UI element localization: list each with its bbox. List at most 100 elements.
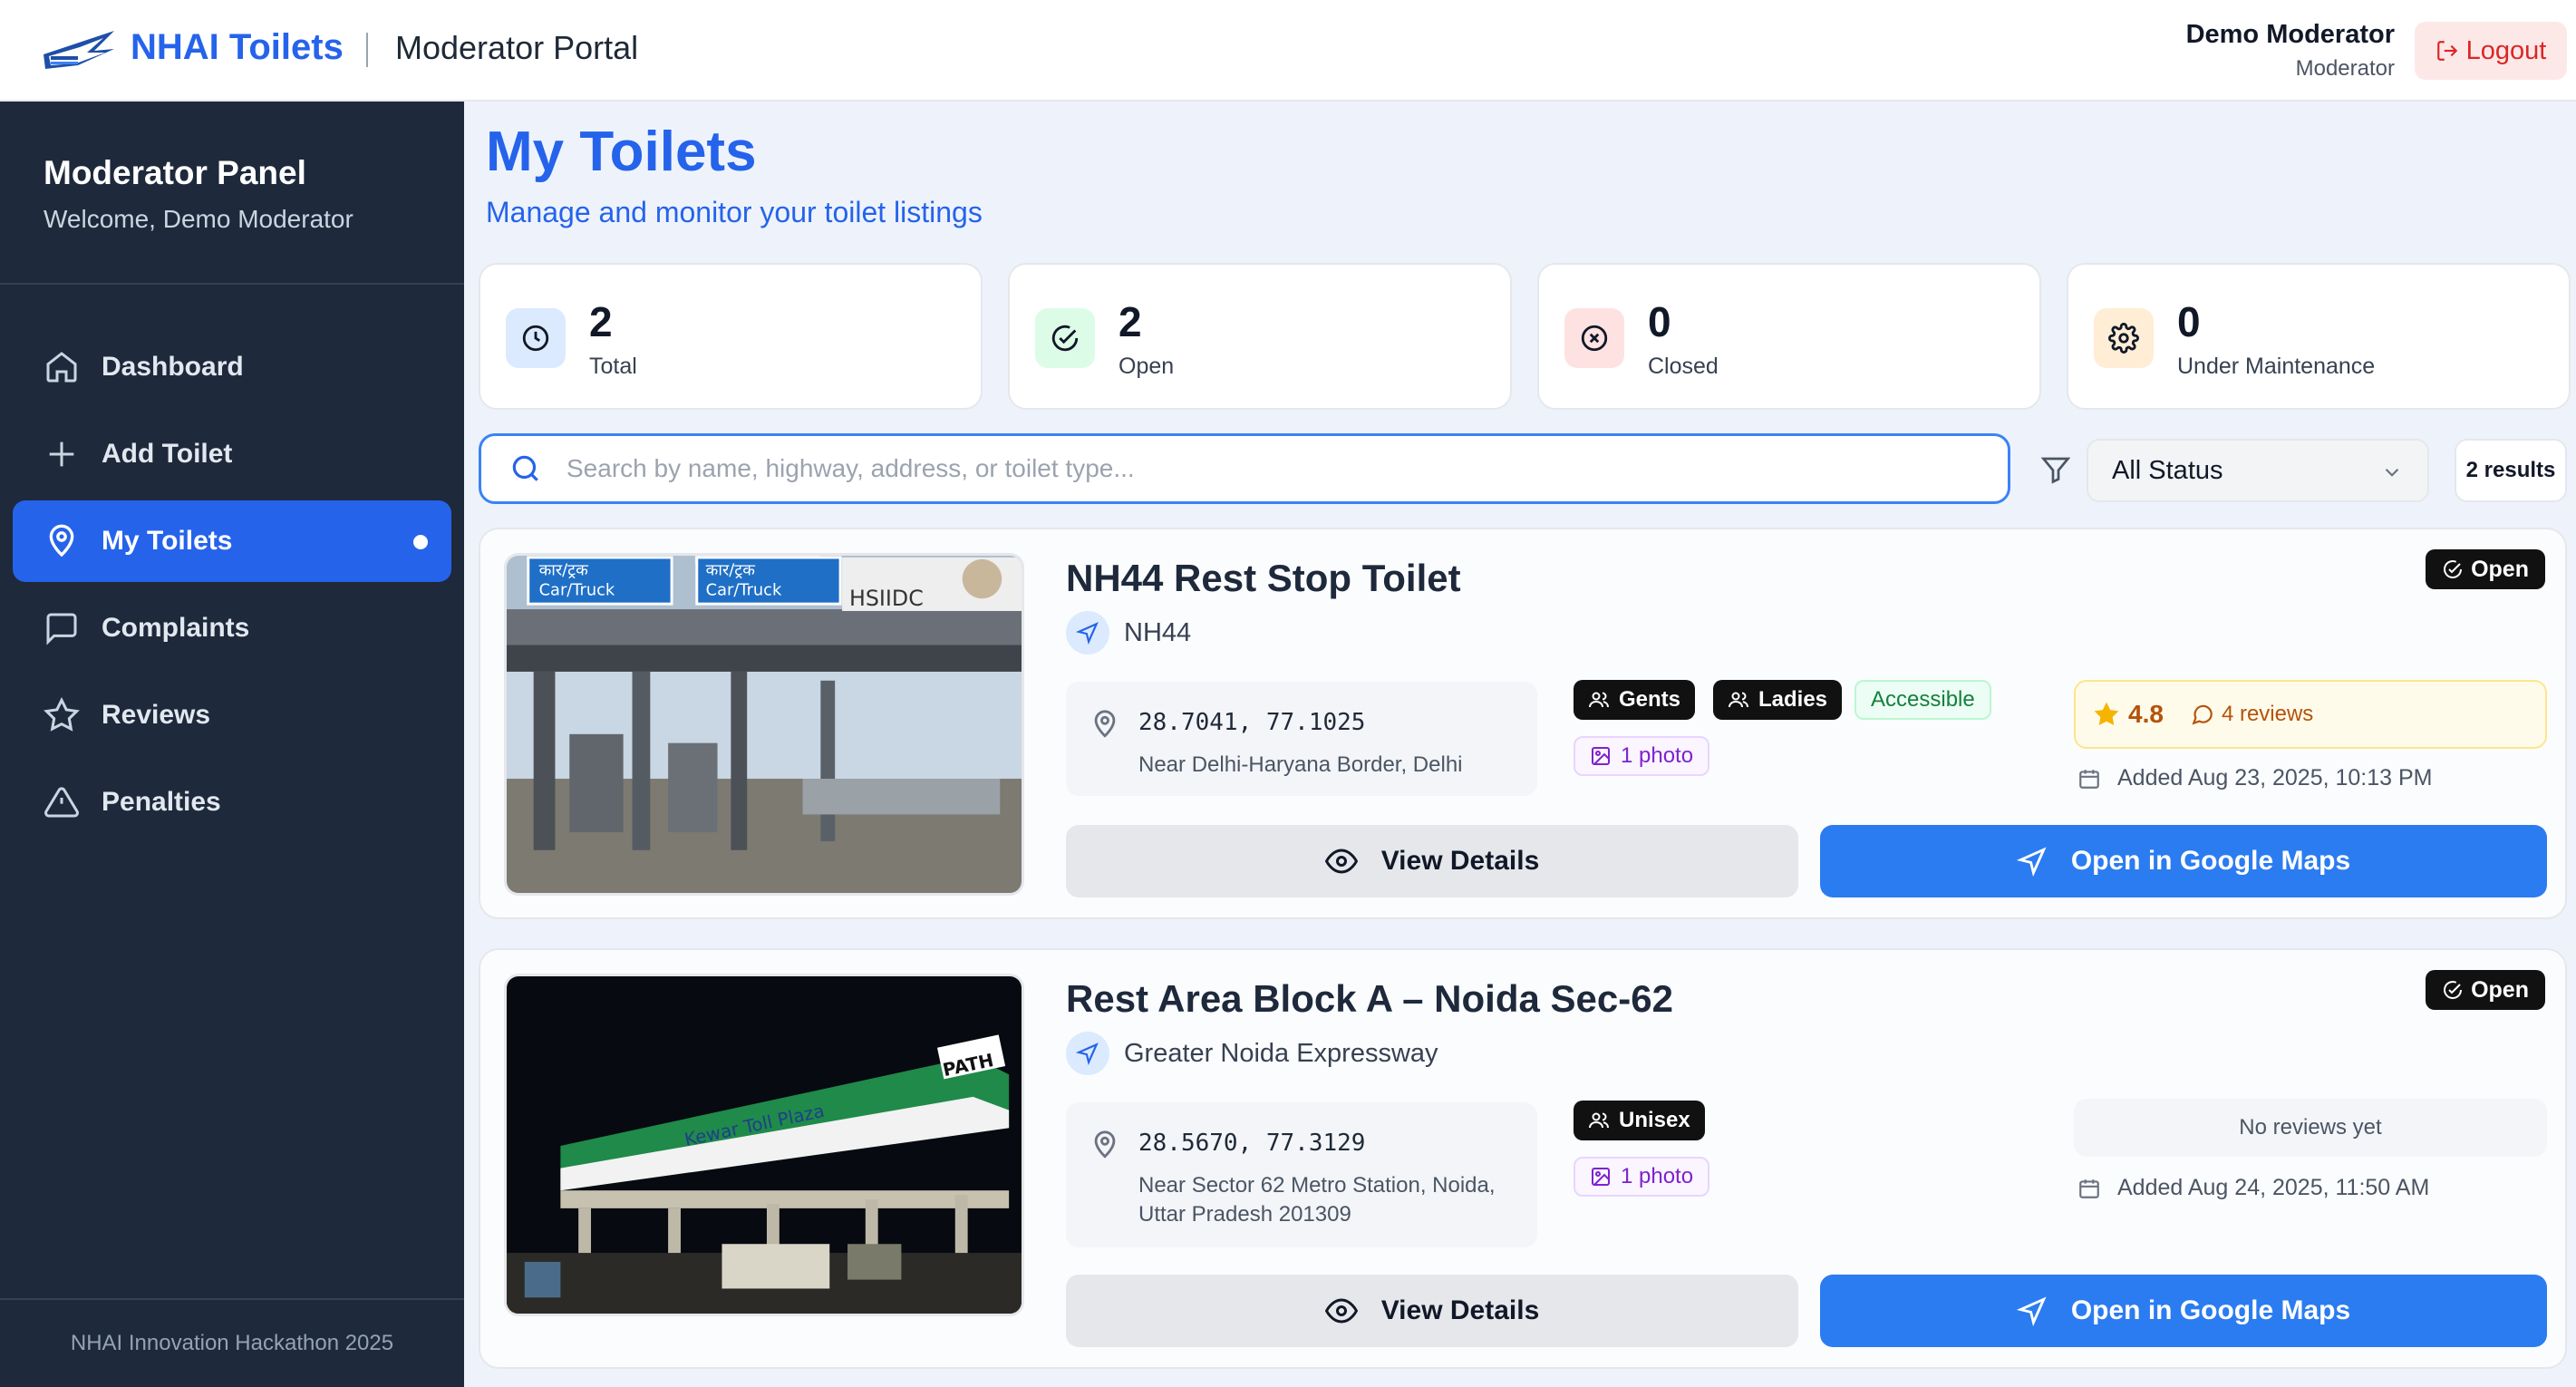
map-pin-icon — [1094, 710, 1116, 738]
star-icon — [2094, 702, 2119, 725]
message-square-icon — [46, 613, 77, 645]
check-circle-icon — [2444, 560, 2463, 578]
tag-label: Unisex — [1619, 1108, 1690, 1132]
tag-gents: Gents — [1574, 680, 1696, 720]
map-pin-icon — [1094, 1130, 1116, 1159]
stat-label: Total — [589, 354, 637, 379]
sidebar-item-add-toilet[interactable]: Add Toilet — [13, 413, 451, 495]
rating-box[interactable]: 4.8 4 reviews — [2074, 680, 2547, 749]
results-count: 2 results — [2455, 439, 2567, 502]
sidebar-divider — [0, 283, 464, 285]
sidebar-item-dashboard[interactable]: Dashboard — [13, 326, 451, 408]
view-details-label: View Details — [1380, 1295, 1540, 1325]
logout-button[interactable]: Logout — [2415, 22, 2567, 80]
users-icon — [1589, 692, 1609, 708]
photo-sign-text: कार/ट्रक — [706, 562, 756, 580]
status-badge: Open — [2426, 549, 2545, 589]
photo-count-badge[interactable]: 1 photo — [1574, 736, 1710, 776]
sidebar-item-label: Add Toilet — [102, 439, 233, 469]
view-details-button[interactable]: View Details — [1066, 1275, 1798, 1347]
stat-label: Under Maintenance — [2177, 354, 2376, 379]
search-bar[interactable] — [479, 433, 2010, 504]
added-date-text: Added Aug 23, 2025, 10:13 PM — [2117, 765, 2433, 790]
image-icon — [1592, 747, 1610, 765]
portal-title: Moderator Portal — [395, 29, 639, 66]
navigation-icon — [2016, 1296, 2047, 1326]
status-label: Open — [2471, 556, 2529, 582]
sidebar-item-penalties[interactable]: Penalties — [13, 761, 451, 843]
eye-icon — [1324, 849, 1358, 874]
stat-value: 0 — [1648, 298, 1671, 345]
gear-icon — [2094, 308, 2154, 368]
plus-icon — [49, 441, 74, 467]
open-google-maps-button[interactable]: Open in Google Maps — [1820, 825, 2547, 897]
sidebar: Moderator Panel Welcome, Demo Moderator … — [0, 102, 464, 1387]
rating-value: 4.8 — [2128, 700, 2164, 728]
toilet-card: कार/ट्रक Car/Truck कार/ट्रक Car/Truck HS… — [479, 528, 2567, 919]
view-details-button[interactable]: View Details — [1066, 825, 1798, 897]
calendar-icon — [2079, 1178, 2099, 1198]
photo-sign-text: HSIIDC — [849, 586, 924, 611]
panel-title: Moderator Panel — [44, 154, 306, 191]
toilet-name: NH44 Rest Stop Toilet — [1066, 557, 1461, 599]
highway-name: Greater Noida Expressway — [1124, 1039, 1438, 1068]
map-pin-icon — [49, 524, 74, 558]
tag-accessible: Accessible — [1855, 680, 1991, 720]
open-maps-label: Open in Google Maps — [2070, 1295, 2351, 1325]
check-circle-icon — [1035, 308, 1095, 368]
clock-icon — [506, 308, 566, 368]
calendar-icon — [2079, 769, 2099, 789]
view-details-label: View Details — [1380, 846, 1540, 876]
location-box: 28.5670, 77.3129 Near Sector 62 Metro St… — [1066, 1102, 1537, 1247]
sidebar-item-complaints[interactable]: Complaints — [13, 587, 451, 669]
photo-sign-text: कार/ट्रक — [539, 562, 589, 580]
added-date: Added Aug 24, 2025, 11:50 AM — [2077, 1175, 2429, 1201]
chevron-down-icon — [2385, 468, 2399, 477]
panel-welcome: Welcome, Demo Moderator — [44, 205, 353, 233]
message-circle-icon — [2192, 704, 2213, 725]
photo-count-badge[interactable]: 1 photo — [1574, 1157, 1710, 1197]
coordinates: 28.5670, 77.3129 — [1138, 1130, 1366, 1157]
status-label: Open — [2471, 976, 2529, 1003]
toilet-card: Kewar Toll Plaza PATH Rest Area Block A … — [479, 948, 2567, 1369]
star-icon — [44, 697, 80, 732]
stat-card-closed: 0 Closed — [1537, 263, 2041, 410]
stat-value: 2 — [1119, 298, 1142, 345]
stat-label: Open — [1119, 354, 1175, 379]
added-date: Added Aug 23, 2025, 10:13 PM — [2077, 765, 2433, 791]
sidebar-item-reviews[interactable]: Reviews — [13, 674, 451, 756]
sidebar-item-label: Complaints — [102, 613, 250, 643]
search-input[interactable] — [567, 454, 1926, 483]
stat-value: 0 — [2177, 298, 2201, 345]
photo-sign-text: Car/Truck — [539, 581, 615, 599]
sidebar-item-label: My Toilets — [102, 526, 233, 556]
toilet-photo[interactable]: Kewar Toll Plaza PATH — [504, 974, 1024, 1316]
stat-card-total: 2 Total — [479, 263, 983, 410]
added-date-text: Added Aug 24, 2025, 11:50 AM — [2117, 1175, 2430, 1200]
image-icon — [1592, 1168, 1610, 1186]
photo-sign-text: Car/Truck — [706, 581, 782, 599]
user-name: Demo Moderator — [2185, 20, 2395, 49]
brand-title[interactable]: NHAI Toilets — [131, 27, 344, 68]
page-title: My Toilets — [486, 121, 757, 183]
filter-icon[interactable] — [2039, 453, 2072, 486]
address: Near Delhi-Haryana Border, Delhi — [1138, 752, 1463, 777]
status-badge: Open — [2426, 970, 2545, 1010]
coordinates: 28.7041, 77.1025 — [1138, 709, 1366, 736]
photo-count-label: 1 photo — [1621, 1164, 1694, 1188]
sidebar-footer: NHAI Innovation Hackathon 2025 — [70, 1331, 394, 1355]
open-google-maps-button[interactable]: Open in Google Maps — [1820, 1275, 2547, 1347]
address: Near Sector 62 Metro Station, Noida, Utt… — [1138, 1173, 1496, 1227]
sidebar-item-label: Reviews — [102, 700, 211, 730]
toilet-name: Rest Area Block A – Noida Sec-62 — [1066, 977, 1673, 1020]
no-reviews-box: No reviews yet — [2074, 1099, 2547, 1157]
navigation-icon — [1066, 1032, 1109, 1075]
review-count: 4 reviews — [2221, 702, 2314, 726]
location-box: 28.7041, 77.1025 Near Delhi-Haryana Bord… — [1066, 682, 1537, 796]
status-filter-select[interactable]: All Status — [2087, 439, 2429, 502]
eye-icon — [1324, 1298, 1358, 1324]
sidebar-item-my-toilets[interactable]: My Toilets — [13, 500, 451, 582]
nhai-logo-icon — [44, 31, 114, 69]
toilet-photo[interactable]: कार/ट्रक Car/Truck कार/ट्रक Car/Truck HS… — [504, 553, 1024, 896]
stat-value: 2 — [589, 298, 613, 345]
